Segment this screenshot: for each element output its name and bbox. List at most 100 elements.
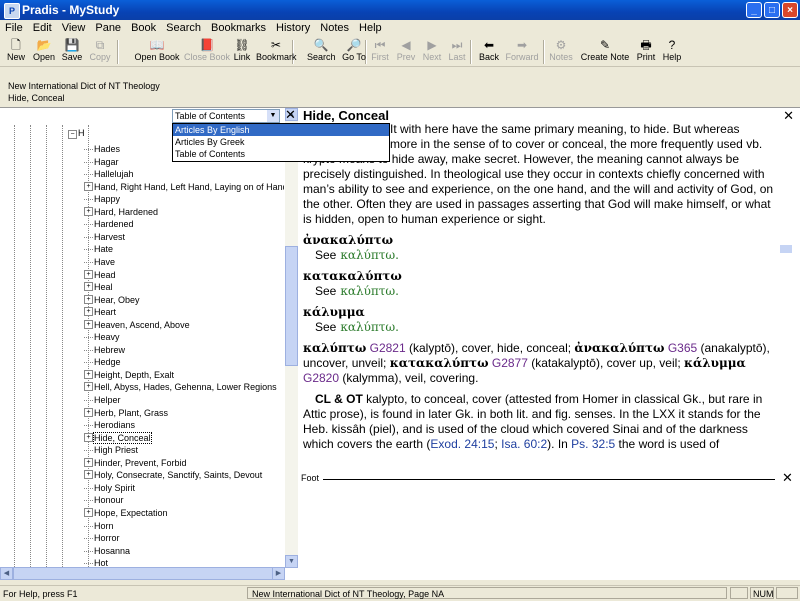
tree-item[interactable]: Helper	[84, 394, 121, 406]
scripture-link[interactable]: Isa. 60:2	[501, 437, 547, 451]
see-link[interactable]: καλύπτω.	[340, 320, 399, 334]
expand-icon[interactable]: +	[84, 369, 93, 379]
tree-item[interactable]: Have	[84, 256, 115, 268]
tree-item[interactable]: Harvest	[84, 231, 125, 243]
tree-item[interactable]: Horn	[84, 520, 114, 532]
back-button[interactable]: ⬅ Back	[477, 38, 501, 66]
print-button[interactable]: 🖶 Print	[634, 38, 658, 66]
open-button[interactable]: 📂 Open	[32, 38, 56, 66]
expand-icon[interactable]: +	[84, 206, 93, 216]
menu-view[interactable]: View	[57, 20, 91, 34]
tree-item[interactable]: Hebrew	[84, 344, 125, 356]
tree-item[interactable]: Holy Spirit	[84, 482, 135, 494]
last-button[interactable]: ⏭ Last	[446, 38, 468, 66]
toc-horizontal-scrollbar[interactable]: ◀ ▶	[0, 567, 285, 580]
menu-bookmarks[interactable]: Bookmarks	[206, 20, 271, 34]
tree-root-node[interactable]: − H	[68, 128, 85, 139]
next-button[interactable]: ▶ Next	[420, 38, 444, 66]
menu-edit[interactable]: Edit	[28, 20, 57, 34]
scroll-thumb[interactable]	[285, 246, 298, 366]
go-to-button[interactable]: 🔎 Go To	[340, 38, 368, 66]
expand-icon[interactable]: +	[84, 282, 93, 292]
tree-item[interactable]: + Hell, Abyss, Hades, Gehenna, Lower Regi…	[84, 381, 277, 393]
tree-item[interactable]: Hardened	[84, 218, 134, 230]
bookmark-button[interactable]: ✂ Bookmark	[256, 38, 297, 66]
strongs-link[interactable]: G2877	[492, 356, 528, 370]
first-button[interactable]: ⏮ First	[370, 38, 390, 66]
tree-item[interactable]: + Heart	[84, 306, 116, 318]
expand-icon[interactable]: +	[84, 319, 93, 329]
tree-item[interactable]: Hagar	[84, 156, 119, 168]
forward-button[interactable]: ➡ Forward	[504, 38, 540, 66]
article-vertical-scrollbar[interactable]	[779, 130, 793, 466]
scroll-left-arrow[interactable]: ◀	[0, 567, 13, 580]
menu-history[interactable]: History	[271, 20, 315, 34]
toc-vertical-scrollbar[interactable]: ▲ ▼	[285, 108, 298, 568]
close-toc-icon[interactable]: ✕	[284, 108, 297, 122]
strongs-link[interactable]: G2820	[303, 371, 339, 385]
tree-item[interactable]: + Head	[84, 269, 116, 281]
copy-button[interactable]: ⧉ Copy	[88, 38, 112, 66]
link-button[interactable]: ⛓ Link	[232, 38, 252, 66]
tree-item[interactable]: + Hard, Hardened	[84, 206, 158, 218]
close-footnote-icon[interactable]: ✕	[782, 470, 793, 486]
tree-item[interactable]: + Hand, Right Hand, Left Hand, Laying on …	[84, 181, 284, 193]
tree-item[interactable]: Hosanna	[84, 545, 130, 557]
tree-item[interactable]: High Priest	[84, 444, 138, 456]
tree-item[interactable]: + Hide, Conceal	[84, 431, 152, 444]
see-link[interactable]: καλύπτω.	[340, 248, 399, 262]
strongs-link[interactable]: G2821	[370, 341, 406, 355]
toc-option[interactable]: Table of Contents	[173, 148, 389, 160]
close-article-icon[interactable]: ✕	[783, 109, 794, 122]
tree-item[interactable]: Horror	[84, 532, 120, 544]
menu-notes[interactable]: Notes	[315, 20, 354, 34]
new-button[interactable]: 🗋 New	[4, 38, 28, 66]
chevron-down-icon[interactable]: ▼	[267, 110, 279, 122]
tree-item[interactable]: Hedge	[84, 356, 121, 368]
tree-item[interactable]: Herodians	[84, 419, 135, 431]
expand-icon[interactable]: +	[84, 307, 93, 317]
menu-search[interactable]: Search	[161, 20, 206, 34]
search-button[interactable]: 🔍 Search	[307, 38, 336, 66]
tree-item[interactable]: Hallelujah	[84, 168, 134, 180]
expand-icon[interactable]: +	[84, 181, 93, 191]
tree-item[interactable]: Honour	[84, 494, 124, 506]
close-book-button[interactable]: 📕 Close Book	[184, 38, 230, 66]
create-note-button[interactable]: ✎ Create Note	[580, 38, 630, 66]
scroll-right-arrow[interactable]: ▶	[272, 567, 285, 580]
toc-option[interactable]: Articles By English	[173, 124, 389, 136]
tree-item[interactable]: + Hear, Obey	[84, 294, 140, 306]
toc-view-select[interactable]: Table of Contents ▼	[172, 109, 280, 123]
tree-item[interactable]: + Holy, Consecrate, Sanctify, Saints, Dev…	[84, 469, 262, 481]
menu-file[interactable]: File	[0, 20, 28, 34]
expand-icon[interactable]: +	[84, 470, 93, 480]
tree-item[interactable]: + Hope, Expectation	[84, 507, 168, 519]
tree-item[interactable]: Happy	[84, 193, 120, 205]
tree-item[interactable]: Hate	[84, 243, 113, 255]
tree-item[interactable]: + Height, Depth, Exalt	[84, 369, 174, 381]
menu-help[interactable]: Help	[354, 20, 387, 34]
menu-pane[interactable]: Pane	[90, 20, 126, 34]
strongs-link[interactable]: G365	[668, 341, 697, 355]
expand-icon[interactable]: +	[84, 382, 93, 392]
expand-icon[interactable]: +	[84, 269, 93, 279]
notes-button[interactable]: ⚙ Notes	[549, 38, 573, 66]
expand-icon[interactable]: +	[84, 432, 93, 442]
tree-item[interactable]: Heavy	[84, 331, 120, 343]
scripture-link[interactable]: Exod. 24:15	[430, 437, 494, 451]
tree-item[interactable]: + Herb, Plant, Grass	[84, 407, 168, 419]
tree-item[interactable]: Hades	[84, 143, 120, 155]
hscroll-thumb[interactable]	[13, 567, 277, 580]
open-book-button[interactable]: 📖 Open Book	[134, 38, 180, 66]
tree-item[interactable]: + Heal	[84, 281, 113, 293]
see-link[interactable]: καλύπτω.	[340, 284, 399, 298]
expand-icon[interactable]: +	[84, 457, 93, 467]
expand-icon[interactable]: +	[84, 407, 93, 417]
toc-option[interactable]: Articles By Greek	[173, 136, 389, 148]
save-button[interactable]: 💾 Save	[60, 38, 84, 66]
close-window-button[interactable]: ×	[782, 2, 798, 18]
menu-book[interactable]: Book	[126, 20, 161, 34]
tree-item[interactable]: + Hinder, Prevent, Forbid	[84, 457, 187, 469]
article-scroll-thumb[interactable]	[780, 245, 792, 253]
prev-button[interactable]: ◀ Prev	[396, 38, 416, 66]
